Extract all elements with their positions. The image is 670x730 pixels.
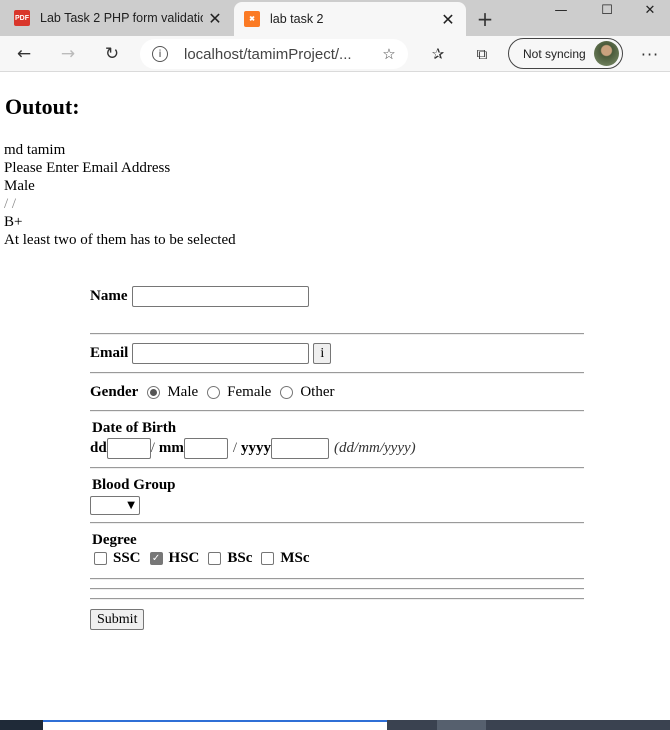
- window-close-icon[interactable]: ✕: [630, 0, 670, 20]
- tab-strip: PDF Lab Task 2 PHP form validation ✕ ✖ l…: [0, 0, 670, 36]
- refresh-icon[interactable]: ↻: [98, 40, 126, 68]
- dob-dd-label: dd: [90, 440, 107, 456]
- divider: [90, 372, 584, 374]
- favorites-icon[interactable]: ✰: [424, 40, 452, 68]
- new-tab-icon[interactable]: +: [472, 6, 498, 32]
- divider: [90, 522, 584, 524]
- forward-arrow-icon[interactable]: →: [54, 40, 82, 68]
- profile-sync-button[interactable]: Not syncing: [508, 38, 623, 69]
- degree-row: SSC ✓ HSC BSc MSc: [94, 550, 310, 567]
- gender-female-radio[interactable]: [207, 386, 221, 399]
- dob-mm-label: mm: [158, 440, 184, 456]
- dob-yyyy-label: yyyy: [241, 440, 272, 456]
- add-favorite-icon[interactable]: ☆: [378, 43, 400, 65]
- gender-label: Gender: [90, 384, 139, 400]
- degree-label: Degree: [92, 532, 137, 548]
- blood-group-row: ▼: [90, 496, 140, 515]
- degree-msc-label: MSc: [280, 550, 310, 566]
- output-gender: Male: [4, 178, 35, 194]
- address-text: localhost/tamimProject/...: [184, 45, 352, 63]
- name-input[interactable]: [131, 286, 309, 307]
- gender-male-label: Male: [167, 384, 199, 400]
- taskbar-search[interactable]: [43, 720, 387, 730]
- degree-bsc-checkbox[interactable]: [208, 552, 222, 565]
- info-icon[interactable]: i: [152, 46, 168, 62]
- gender-other-label: Other: [300, 384, 335, 400]
- more-menu-icon[interactable]: ···: [636, 40, 664, 68]
- email-row: Email i: [90, 343, 332, 364]
- dob-label: Date of Birth: [92, 420, 177, 436]
- output-degree: At least two of them has to be selected: [4, 232, 236, 248]
- gender-male-radio[interactable]: [147, 386, 161, 399]
- output-blood-group: B+: [4, 214, 23, 230]
- back-arrow-icon[interactable]: ←: [10, 40, 38, 68]
- divider: [90, 588, 584, 590]
- email-info-button[interactable]: i: [313, 343, 332, 364]
- dob-dd-input[interactable]: [106, 438, 151, 459]
- close-icon[interactable]: ✕: [436, 7, 460, 31]
- tab-title: lab task 2: [270, 12, 324, 26]
- degree-title-row: Degree: [92, 532, 137, 549]
- gender-other-radio[interactable]: [280, 386, 294, 399]
- taskbar-active-app[interactable]: [437, 720, 486, 730]
- divider: [90, 333, 584, 335]
- dob-separator: /: [150, 440, 155, 456]
- name-row: Name: [90, 286, 309, 307]
- blood-group-select[interactable]: ▼: [90, 496, 140, 515]
- dob-row: dd / mm / yyyy (dd/mm/yyyy): [90, 438, 416, 459]
- tab-title: Lab Task 2 PHP form validation: [40, 11, 203, 25]
- sync-status-label: Not syncing: [523, 46, 586, 61]
- divider: [90, 578, 584, 580]
- address-bar[interactable]: i localhost/tamimProject/... ☆: [140, 39, 408, 69]
- close-icon[interactable]: ✕: [203, 6, 227, 30]
- name-label: Name: [90, 288, 128, 304]
- submit-row: Submit: [90, 609, 145, 630]
- collections-icon[interactable]: ⧉: [468, 40, 496, 68]
- gender-row: Gender Male Female Other: [90, 384, 334, 401]
- output-title: Outout:: [5, 94, 80, 119]
- degree-msc-checkbox[interactable]: [261, 552, 275, 565]
- tab-lab-task-2[interactable]: ✖ lab task 2 ✕: [234, 2, 466, 36]
- degree-hsc-label: HSC: [168, 550, 200, 566]
- maximize-icon[interactable]: ☐: [584, 0, 630, 20]
- tab-lab-task-pdf[interactable]: PDF Lab Task 2 PHP form validation ✕: [0, 0, 233, 36]
- dob-format-hint: (dd/mm/yyyy): [334, 440, 416, 456]
- submit-button[interactable]: Submit: [90, 609, 145, 630]
- degree-ssc-checkbox[interactable]: [94, 552, 107, 565]
- dob-title-row: Date of Birth: [92, 420, 176, 437]
- dob-mm-input[interactable]: [183, 438, 228, 459]
- avatar: [594, 41, 619, 66]
- xampp-icon: ✖: [244, 11, 260, 27]
- output-lines: md tamim Please Enter Email Address Male…: [4, 141, 236, 249]
- output-name: md tamim: [4, 142, 66, 158]
- degree-hsc-checkbox[interactable]: ✓: [149, 552, 163, 565]
- blood-group-title-row: Blood Group: [92, 477, 176, 494]
- email-input[interactable]: [132, 343, 310, 364]
- email-label: Email: [90, 345, 129, 361]
- chevron-down-icon: ▼: [127, 500, 135, 511]
- browser-toolbar: ← → ↻ i localhost/tamimProject/... ☆ ✰ ⧉…: [0, 36, 670, 72]
- degree-bsc-label: BSc: [227, 550, 253, 566]
- output-email: Please Enter Email Address: [4, 160, 171, 176]
- pdf-icon: PDF: [14, 10, 30, 26]
- minimize-icon[interactable]: —: [538, 0, 584, 20]
- divider: [90, 598, 584, 600]
- divider: [90, 467, 584, 469]
- taskbar: [0, 720, 670, 730]
- blood-group-label: Blood Group: [92, 477, 176, 493]
- page-content: Outout: md tamim Please Enter Email Addr…: [0, 73, 670, 720]
- degree-ssc-label: SSC: [113, 550, 141, 566]
- output-dob: / /: [4, 196, 17, 212]
- dob-separator: /: [232, 440, 238, 456]
- taskbar-apps: [387, 720, 670, 730]
- dob-yyyy-input[interactable]: [271, 438, 330, 459]
- divider: [90, 410, 584, 412]
- gender-female-label: Female: [227, 384, 272, 400]
